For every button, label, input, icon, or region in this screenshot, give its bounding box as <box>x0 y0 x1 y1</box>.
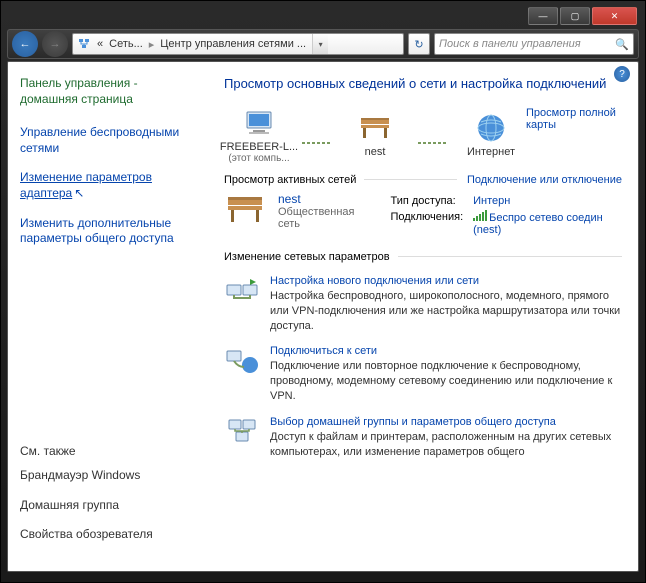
map-node-pc-sublabel: (этот компь... <box>228 153 289 164</box>
setting-new-connection[interactable]: Настройка нового подключения или сети На… <box>224 275 622 334</box>
forward-button[interactable]: → <box>42 31 68 57</box>
map-connection-line <box>418 142 448 144</box>
network-bench-icon <box>224 192 266 230</box>
signal-bars-icon <box>473 211 487 221</box>
map-connection-line <box>302 142 332 144</box>
navigation-bar: ← → « Сеть... ▸ Центр управления сетями … <box>7 29 639 59</box>
main-panel: Просмотр основных сведений о сети и наст… <box>208 62 638 571</box>
sidebar-extra-homegroup[interactable]: Домашняя группа <box>20 498 196 514</box>
map-node-router-label: nest <box>365 146 386 158</box>
active-networks-label: Просмотр активных сетей <box>224 174 356 186</box>
setting-title[interactable]: Подключиться к сети <box>270 345 622 357</box>
connection-name: Беспро сетево соедин (nest) <box>473 212 603 236</box>
network-type-label: Общественная сеть <box>278 206 372 230</box>
connect-disconnect-link[interactable]: Подключение или отключение <box>467 174 622 186</box>
setting-desc: Подключение или повторное подключение к … <box>270 359 622 404</box>
connections-value[interactable]: Беспро сетево соедин (nest) <box>469 210 620 237</box>
sidebar-link-wireless[interactable]: Управление беспроводными сетями <box>20 125 196 156</box>
help-button[interactable]: ? <box>614 66 630 82</box>
sidebar: Панель управления - домашняя страница Уп… <box>8 62 208 571</box>
sidebar-extra-firewall[interactable]: Брандмауэр Windows <box>20 468 196 484</box>
network-details: Тип доступа: Интерн Подключения: Беспро … <box>384 192 622 239</box>
bench-icon <box>357 112 393 144</box>
search-icon: 🔍 <box>615 38 629 51</box>
network-map: FREEBEER-L... (этот компь... nest <box>224 107 622 164</box>
map-node-internet[interactable]: Интернет <box>456 112 526 158</box>
sidebar-link-label: Изменение параметров адаптера <box>20 170 152 200</box>
map-node-internet-label: Интернет <box>467 146 515 158</box>
page-title: Просмотр основных сведений о сети и наст… <box>224 76 622 93</box>
computer-icon <box>241 107 277 139</box>
sidebar-extra-internet-options[interactable]: Свойства обозревателя <box>20 527 196 543</box>
setting-title[interactable]: Выбор домашней группы и параметров общег… <box>270 416 622 428</box>
homegroup-icon <box>224 416 260 448</box>
active-network-item: nest Общественная сеть Тип доступа: Инте… <box>224 192 622 239</box>
map-node-pc[interactable]: FREEBEER-L... (этот компь... <box>224 107 294 164</box>
setting-desc: Доступ к файлам и принтерам, расположенн… <box>270 430 622 460</box>
cursor-hand-icon: ↖ <box>74 186 84 202</box>
sidebar-see-also-heading: См. также <box>20 444 196 458</box>
connect-network-icon <box>224 345 260 377</box>
network-name-link[interactable]: nest <box>278 192 372 206</box>
map-node-router[interactable]: nest <box>340 112 410 158</box>
setting-connect-network[interactable]: Подключиться к сети Подключение или повт… <box>224 345 622 404</box>
connections-label: Подключения: <box>386 210 467 237</box>
window-titlebar: — ▢ ✕ <box>7 7 639 27</box>
access-type-value[interactable]: Интерн <box>469 194 620 208</box>
breadcrumb-root[interactable]: Сеть... <box>109 38 143 50</box>
search-placeholder: Поиск в панели управления <box>439 38 581 50</box>
setting-homegroup[interactable]: Выбор домашней группы и параметров общег… <box>224 416 622 460</box>
breadcrumb-level-prefix: « <box>97 38 103 50</box>
network-settings-heading: Изменение сетевых параметров <box>224 251 622 263</box>
active-networks-heading: Просмотр активных сетей Подключение или … <box>224 174 622 186</box>
network-settings-label: Изменение сетевых параметров <box>224 251 390 263</box>
search-input[interactable]: Поиск в панели управления 🔍 <box>434 33 634 55</box>
sidebar-link-sharing-settings[interactable]: Изменить дополнительные параметры общего… <box>20 216 196 247</box>
view-full-map-link[interactable]: Просмотр полной карты <box>526 107 622 131</box>
access-type-label: Тип доступа: <box>386 194 467 208</box>
sidebar-link-adapter-settings[interactable]: Изменение параметров адаптера↖ <box>20 170 196 201</box>
sidebar-home-link[interactable]: Панель управления - домашняя страница <box>20 76 196 107</box>
breadcrumb-current[interactable]: Центр управления сетями ... <box>160 38 306 50</box>
back-button[interactable]: ← <box>12 31 38 57</box>
maximize-button[interactable]: ▢ <box>560 7 590 25</box>
breadcrumb-separator: ▸ <box>149 38 155 51</box>
map-node-pc-label: FREEBEER-L... <box>220 141 298 153</box>
refresh-button[interactable]: ↻ <box>408 33 430 55</box>
minimize-button[interactable]: — <box>528 7 558 25</box>
breadcrumb[interactable]: « Сеть... ▸ Центр управления сетями ... … <box>72 33 404 55</box>
setting-desc: Настройка беспроводного, широкополосного… <box>270 289 622 334</box>
network-icon <box>77 37 91 51</box>
globe-icon <box>473 112 509 144</box>
breadcrumb-dropdown[interactable]: ▾ <box>312 34 328 54</box>
close-button[interactable]: ✕ <box>592 7 637 25</box>
setting-title[interactable]: Настройка нового подключения или сети <box>270 275 622 287</box>
new-connection-icon <box>224 275 260 307</box>
